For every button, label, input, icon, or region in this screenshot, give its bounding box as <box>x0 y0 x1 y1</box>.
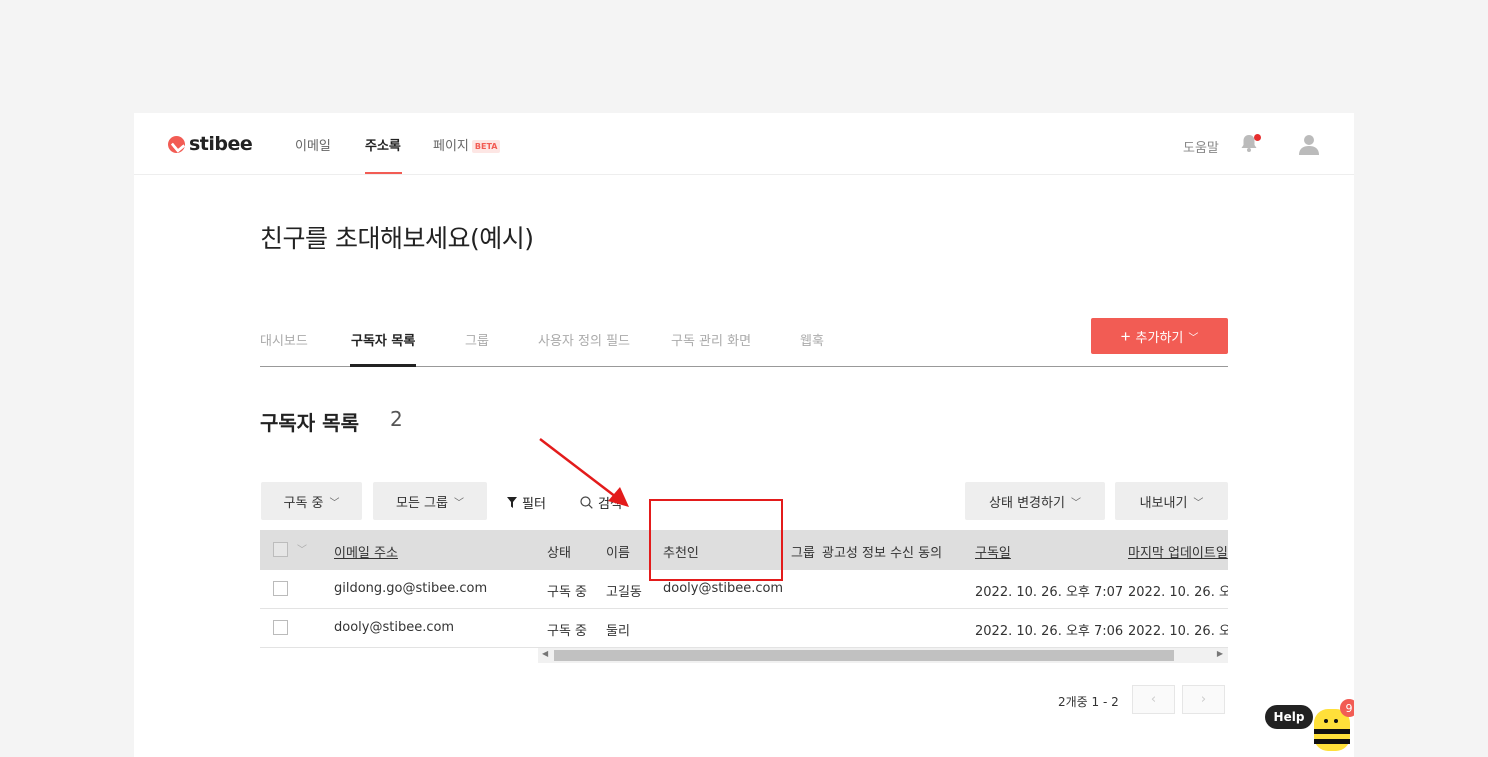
logo-text: stibee <box>189 133 253 155</box>
section-title: 구독자 목록 <box>260 411 359 435</box>
chevron-down-icon: ﹀ <box>1188 332 1199 344</box>
chevron-left-icon: ‹ <box>1150 692 1157 707</box>
app-window: stibee 이메일 주소록 페이지 BETA 도움말 친구를 초대해보세요(예시… <box>134 113 1354 757</box>
tab-subscription-page[interactable]: 구독 관리 화면 <box>671 330 751 349</box>
chevron-right-icon: › <box>1200 692 1207 707</box>
search-button[interactable]: 검색 <box>580 493 622 512</box>
stibee-logo[interactable]: stibee <box>168 133 253 155</box>
col-name: 이름 <box>606 546 630 561</box>
chevron-down-icon: ﹀ <box>1070 497 1081 509</box>
col-ad-consent: 광고성 정보 수신 동의 <box>822 546 943 561</box>
nav-item-email[interactable]: 이메일 <box>295 135 331 154</box>
nav-active-underline <box>365 172 402 174</box>
beta-badge: BETA <box>471 140 501 153</box>
filter-button[interactable]: 필터 <box>507 493 546 512</box>
chevron-down-icon: ﹀ <box>1193 497 1204 509</box>
search-icon <box>580 496 593 509</box>
tab-subscriber-list[interactable]: 구독자 목록 <box>351 330 415 349</box>
col-last-updated[interactable]: 마지막 업데이트일 <box>1128 542 1228 561</box>
filter-icon <box>507 497 517 508</box>
help-label: Help <box>1273 710 1305 724</box>
cell-last-updated: 2022. 10. 26. 오후 <box>1128 585 1228 600</box>
subscriber-count: 2 <box>390 407 403 431</box>
change-status-label: 상태 변경하기 <box>989 495 1065 511</box>
col-email[interactable]: 이메일 주소 <box>334 542 398 561</box>
add-button-label: 추가하기 <box>1135 329 1184 345</box>
logo-mark-icon <box>168 135 185 153</box>
filter-label: 필터 <box>522 497 546 512</box>
help-button[interactable]: Help <box>1265 705 1313 729</box>
export-dropdown[interactable]: 내보내기 ﹀ <box>1115 482 1228 520</box>
chevron-down-icon[interactable]: ﹀ <box>297 541 307 556</box>
prev-page-button[interactable]: ‹ <box>1132 685 1175 714</box>
page-title: 친구를 초대해보세요(예시) <box>260 224 534 253</box>
tab-webhook[interactable]: 웹훅 <box>800 330 824 349</box>
table-row[interactable]: gildong.go@stibee.com 구독 중 고길동 dooly@sti… <box>260 570 1228 609</box>
scrollbar-thumb[interactable] <box>554 650 1174 661</box>
help-link[interactable]: 도움말 <box>1183 137 1219 156</box>
group-filter-dropdown[interactable]: 모든 그룹 ﹀ <box>373 482 487 520</box>
col-status: 상태 <box>547 546 571 561</box>
status-filter-dropdown[interactable]: 구독 중 ﹀ <box>261 482 362 520</box>
tab-dashboard[interactable]: 대시보드 <box>260 330 308 349</box>
horizontal-scrollbar[interactable]: ◀ ▶ <box>538 648 1228 663</box>
cell-status: 구독 중 <box>547 585 588 600</box>
cell-name: 고길동 <box>606 585 642 600</box>
row-checkbox[interactable] <box>273 620 288 635</box>
plus-icon: + <box>1120 326 1131 346</box>
cell-status: 구독 중 <box>547 624 588 639</box>
next-page-button[interactable]: › <box>1182 685 1225 714</box>
col-subscribed-date[interactable]: 구독일 <box>975 542 1011 561</box>
row-checkbox[interactable] <box>273 581 288 596</box>
cell-email: dooly@stibee.com <box>334 620 455 635</box>
select-all-checkbox[interactable] <box>273 542 288 557</box>
sub-tabs: 대시보드 구독자 목록 그룹 사용자 정의 필드 구독 관리 화면 웹훅 <box>260 317 1228 367</box>
help-badge: 9 <box>1340 699 1354 717</box>
scroll-left-icon[interactable]: ◀ <box>542 649 548 658</box>
search-label: 검색 <box>598 497 622 512</box>
tab-group[interactable]: 그룹 <box>465 330 489 349</box>
status-filter-label: 구독 중 <box>283 495 324 511</box>
col-referrer: 추천인 <box>663 546 699 561</box>
cell-last-updated: 2022. 10. 26. 오후 <box>1128 624 1228 639</box>
cell-referrer: dooly@stibee.com <box>663 581 784 596</box>
pagination-info: 2개중 1 - 2 <box>1058 695 1119 709</box>
nav-item-page-label: 페이지 <box>433 139 469 154</box>
nav-item-addressbook[interactable]: 주소록 <box>365 135 401 154</box>
cell-name: 둘리 <box>606 624 630 639</box>
tab-custom-fields[interactable]: 사용자 정의 필드 <box>538 330 630 349</box>
chevron-down-icon: ﹀ <box>453 497 464 509</box>
col-group: 그룹 <box>791 546 815 561</box>
table-row[interactable]: dooly@stibee.com 구독 중 둘리 2022. 10. 26. 오… <box>260 609 1228 648</box>
table-header: ﹀ 이메일 주소 상태 이름 추천인 그룹 광고성 정보 수신 동의 구독일 마… <box>260 530 1228 570</box>
nav-item-page[interactable]: 페이지 BETA <box>433 135 501 154</box>
tab-active-underline <box>350 364 416 367</box>
user-icon[interactable] <box>1297 132 1321 156</box>
change-status-dropdown[interactable]: 상태 변경하기 ﹀ <box>965 482 1105 520</box>
cell-subscribed-date: 2022. 10. 26. 오후 7:06 <box>975 624 1124 639</box>
cell-subscribed-date: 2022. 10. 26. 오후 7:07 <box>975 585 1124 600</box>
group-filter-label: 모든 그룹 <box>396 495 448 511</box>
scroll-right-icon[interactable]: ▶ <box>1217 649 1223 658</box>
add-button[interactable]: + 추가하기 ﹀ <box>1091 318 1228 354</box>
chevron-down-icon: ﹀ <box>329 497 340 509</box>
notification-dot <box>1254 134 1261 141</box>
cell-email: gildong.go@stibee.com <box>334 581 488 596</box>
top-nav: stibee 이메일 주소록 페이지 BETA 도움말 <box>134 113 1354 175</box>
export-label: 내보내기 <box>1139 495 1188 511</box>
